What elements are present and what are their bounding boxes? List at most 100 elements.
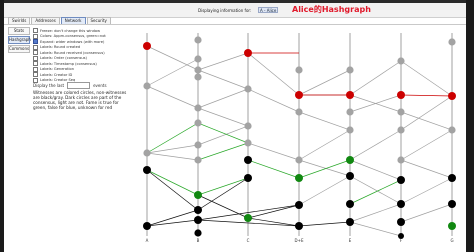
gossip-edge bbox=[400, 60, 453, 97]
witness-event-famous-false bbox=[346, 91, 354, 99]
gossip-edge bbox=[146, 169, 199, 211]
event-node bbox=[397, 57, 405, 65]
witness-event-famous-true bbox=[448, 222, 456, 230]
event-node bbox=[143, 149, 151, 157]
gossip-edge bbox=[298, 111, 351, 131]
witness-event-famous-false bbox=[448, 92, 456, 100]
consensus-event bbox=[143, 222, 151, 230]
event-node bbox=[194, 66, 202, 74]
gossip-edge bbox=[197, 177, 249, 196]
member-label: D+E bbox=[295, 238, 304, 243]
event-node bbox=[295, 108, 303, 116]
consensus-event bbox=[448, 174, 456, 182]
event-node bbox=[194, 73, 202, 81]
gossip-edge bbox=[146, 58, 199, 87]
member-label: B bbox=[197, 238, 200, 243]
event-node bbox=[194, 119, 202, 127]
event-node bbox=[143, 82, 151, 90]
witness-event-famous-true bbox=[346, 156, 354, 164]
event-node bbox=[295, 156, 303, 164]
gossip-edge bbox=[197, 88, 249, 109]
gossip-edge bbox=[349, 129, 402, 161]
gossip-edge bbox=[400, 111, 453, 131]
event-node bbox=[194, 55, 202, 63]
consensus-event bbox=[397, 218, 405, 226]
witness-event-famous-false bbox=[143, 42, 151, 50]
consensus-event bbox=[397, 200, 405, 208]
consensus-event bbox=[194, 216, 202, 224]
member-label: A bbox=[146, 238, 149, 243]
gossip-edge bbox=[197, 194, 249, 219]
gossip-edge bbox=[298, 129, 351, 161]
witness-event-famous-true bbox=[244, 214, 252, 222]
gossip-edge bbox=[197, 52, 249, 71]
event-node bbox=[346, 126, 354, 134]
event-node bbox=[244, 122, 252, 130]
witness-event-famous-false bbox=[295, 91, 303, 99]
gossip-edge bbox=[349, 221, 402, 237]
consensus-event bbox=[346, 200, 354, 208]
consensus-event bbox=[397, 176, 405, 184]
gossip-edge bbox=[400, 94, 453, 97]
gossip-edge bbox=[247, 142, 300, 161]
event-node bbox=[244, 85, 252, 93]
gossip-edge bbox=[197, 69, 249, 90]
gossip-edge bbox=[400, 95, 453, 131]
gossip-edge bbox=[197, 142, 249, 161]
event-node bbox=[346, 66, 354, 74]
gossip-edge bbox=[400, 159, 453, 179]
consensus-event bbox=[295, 201, 303, 209]
consensus-event bbox=[194, 206, 202, 214]
gossip-edge bbox=[247, 52, 300, 96]
event-node bbox=[295, 66, 303, 74]
witness-event-famous-false bbox=[244, 49, 252, 57]
gossip-edge bbox=[298, 69, 351, 96]
consensus-event bbox=[295, 222, 303, 230]
consensus-event bbox=[194, 229, 202, 237]
consensus-event bbox=[448, 200, 456, 208]
gossip-edge bbox=[400, 177, 453, 205]
consensus-event bbox=[346, 172, 354, 180]
event-node bbox=[194, 104, 202, 112]
event-node bbox=[397, 126, 405, 134]
gossip-edge bbox=[247, 88, 300, 113]
consensus-event bbox=[346, 218, 354, 226]
event-node bbox=[244, 139, 252, 147]
event-node bbox=[194, 141, 202, 149]
member-label: G bbox=[450, 238, 453, 243]
consensus-event bbox=[244, 156, 252, 164]
gossip-edge bbox=[349, 179, 402, 205]
consensus-event bbox=[244, 174, 252, 182]
witness-event-famous-false bbox=[397, 91, 405, 99]
gossip-edge bbox=[197, 122, 249, 144]
gossip-edge bbox=[146, 169, 199, 196]
consensus-event bbox=[143, 166, 151, 174]
gossip-edge bbox=[349, 203, 402, 223]
event-node bbox=[194, 156, 202, 164]
gossip-edge bbox=[400, 203, 453, 223]
gossip-edge bbox=[197, 177, 249, 211]
gossip-edge bbox=[146, 122, 199, 154]
gossip-edge bbox=[146, 152, 199, 161]
member-label: C bbox=[247, 238, 250, 243]
gossip-edge bbox=[298, 175, 351, 206]
gossip-edge bbox=[247, 159, 300, 179]
gossip-edge bbox=[349, 175, 402, 205]
gossip-edge bbox=[197, 107, 249, 127]
event-node bbox=[194, 36, 202, 44]
gossip-edge bbox=[400, 129, 453, 161]
member-label: E bbox=[349, 238, 352, 243]
gossip-edge bbox=[146, 209, 199, 227]
member-label: F bbox=[400, 238, 403, 243]
gossip-edge bbox=[146, 219, 199, 227]
gossip-edge bbox=[146, 85, 199, 109]
event-node bbox=[448, 38, 456, 46]
gossip-edge bbox=[349, 159, 402, 181]
gossip-edge bbox=[146, 45, 199, 71]
gossip-edge bbox=[197, 125, 249, 146]
event-node bbox=[397, 156, 405, 164]
gossip-edge bbox=[349, 60, 402, 96]
event-node bbox=[346, 108, 354, 116]
event-node bbox=[448, 126, 456, 134]
hashgraph-canvas: A B C D+E E F G bbox=[143, 33, 456, 243]
